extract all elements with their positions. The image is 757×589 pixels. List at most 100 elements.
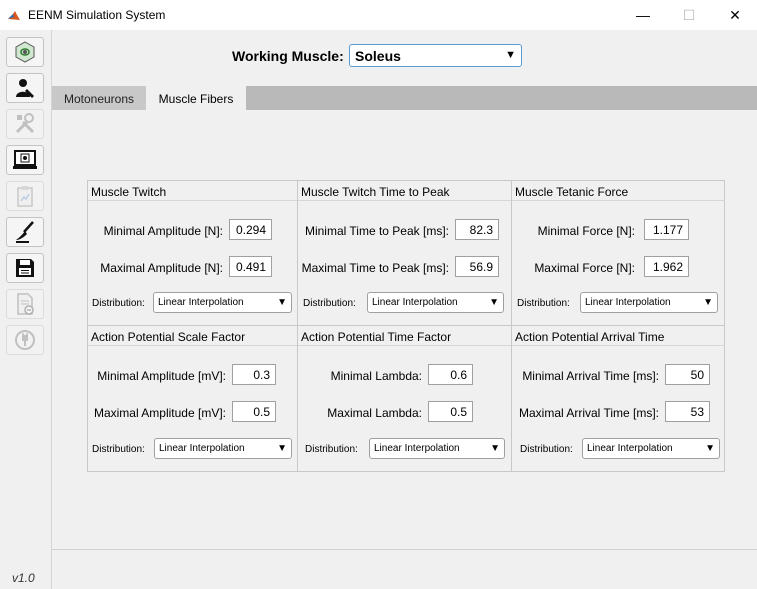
panel-divider [88, 200, 297, 201]
panel-ap-arrival-time: Action Potential Arrival Time Minimal Ar… [512, 326, 725, 472]
min-lambda-label: Minimal Lambda: [330, 369, 422, 383]
working-muscle-select[interactable]: Soleus ▼ [349, 44, 522, 67]
motor-unit-button[interactable] [6, 37, 44, 67]
working-muscle-value: Soleus [355, 48, 401, 64]
min-time-to-peak-label: Minimal Time to Peak [ms]: [304, 224, 449, 238]
panel-divider [512, 345, 725, 346]
save-icon [16, 259, 34, 277]
dropdown-arrow-icon: ▼ [705, 443, 715, 454]
dropdown-arrow-icon: ▼ [277, 443, 287, 454]
window-title: EENM Simulation System [28, 8, 166, 22]
maximize-button[interactable]: ☐ [666, 0, 712, 30]
power-plug-icon [15, 330, 35, 350]
distribution-label: Distribution: [92, 444, 145, 455]
distribution-value: Linear Interpolation [158, 297, 244, 308]
panel-ap-time-factor: Action Potential Time Factor Minimal Lam… [298, 326, 512, 472]
status-area [52, 549, 757, 589]
min-force-label: Minimal Force [N]: [537, 224, 635, 238]
distribution-value: Linear Interpolation [159, 443, 245, 454]
max-amplitude-label: Maximal Amplitude [N]: [100, 261, 223, 275]
monitor-button[interactable] [6, 145, 44, 175]
distribution-value: Linear Interpolation [374, 443, 460, 454]
distribution-select[interactable]: Linear Interpolation ▼ [582, 438, 720, 459]
distribution-value: Linear Interpolation [587, 443, 673, 454]
min-ap-amplitude-label: Minimal Amplitude [mV]: [97, 369, 226, 383]
panel-ap-scale-factor: Action Potential Scale Factor Minimal Am… [88, 326, 298, 472]
tools-button[interactable] [6, 109, 44, 139]
panel-divider [512, 200, 725, 201]
min-amplitude-field[interactable]: 0.294 [229, 219, 272, 240]
min-force-field[interactable]: 1.177 [644, 219, 689, 240]
left-toolbar: v1.0 [0, 30, 52, 589]
parameters-grid: Muscle Twitch Minimal Amplitude [N]: 0.2… [87, 180, 725, 472]
max-arrival-time-field[interactable]: 53 [665, 401, 710, 422]
tab-bar: Motoneurons Muscle Fibers [52, 86, 757, 110]
clipboard-chart-icon [17, 186, 33, 207]
panel-divider [298, 200, 511, 201]
version-label: v1.0 [12, 571, 35, 585]
distribution-label: Distribution: [303, 298, 356, 309]
dropdown-arrow-icon: ▼ [489, 297, 499, 308]
tab-motoneurons[interactable]: Motoneurons [52, 86, 146, 110]
max-lambda-label: Maximal Lambda: [327, 406, 422, 420]
clear-button[interactable] [6, 217, 44, 247]
panel-twitch-time-to-peak: Muscle Twitch Time to Peak Minimal Time … [298, 181, 512, 326]
minimize-button[interactable]: — [620, 0, 666, 30]
panel-title: Action Potential Scale Factor [91, 330, 246, 344]
distribution-label: Distribution: [517, 298, 570, 309]
broom-icon [16, 221, 34, 243]
working-muscle-label: Working Muscle: [232, 48, 344, 64]
document-link-button[interactable] [6, 289, 44, 319]
panel-title: Action Potential Arrival Time [515, 330, 665, 344]
dropdown-arrow-icon: ▼ [277, 297, 287, 308]
max-force-label: Maximal Force [N]: [534, 261, 635, 275]
distribution-select[interactable]: Linear Interpolation ▼ [367, 292, 504, 313]
dropdown-arrow-icon: ▼ [505, 49, 516, 61]
document-link-icon [17, 293, 34, 315]
clipboard-chart-button[interactable] [6, 181, 44, 211]
min-arrival-time-field[interactable]: 50 [665, 364, 710, 385]
distribution-label: Distribution: [305, 444, 358, 455]
min-arrival-time-label: Minimal Arrival Time [ms]: [522, 369, 659, 383]
max-amplitude-field[interactable]: 0.491 [229, 256, 272, 277]
distribution-select[interactable]: Linear Interpolation ▼ [154, 438, 292, 459]
min-time-to-peak-field[interactable]: 82.3 [455, 219, 499, 240]
max-ap-amplitude-label: Maximal Amplitude [mV]: [93, 406, 226, 420]
panel-divider [88, 345, 297, 346]
max-ap-amplitude-field[interactable]: 0.5 [232, 401, 276, 422]
min-amplitude-label: Minimal Amplitude [N]: [103, 224, 223, 238]
distribution-label: Distribution: [92, 298, 145, 309]
motor-unit-icon [15, 41, 35, 63]
main-content: Working Muscle: Soleus ▼ Motoneurons Mus… [52, 30, 757, 549]
dropdown-arrow-icon: ▼ [490, 443, 500, 454]
user-button[interactable] [6, 73, 44, 103]
distribution-select[interactable]: Linear Interpolation ▼ [580, 292, 718, 313]
panel-divider [298, 345, 511, 346]
panel-muscle-twitch: Muscle Twitch Minimal Amplitude [N]: 0.2… [88, 181, 298, 326]
max-time-to-peak-field[interactable]: 56.9 [455, 256, 499, 277]
max-arrival-time-label: Maximal Arrival Time [ms]: [518, 406, 659, 420]
tab-muscle-fibers[interactable]: Muscle Fibers [146, 86, 246, 110]
max-time-to-peak-label: Maximal Time to Peak [ms]: [301, 261, 449, 275]
panel-title: Action Potential Time Factor [301, 330, 452, 344]
tools-icon [15, 113, 35, 134]
close-button[interactable]: ✕ [712, 0, 757, 30]
panel-title: Muscle Twitch Time to Peak [301, 185, 450, 199]
title-bar: EENM Simulation System — ☐ ✕ [0, 0, 757, 30]
panel-tetanic-force: Muscle Tetanic Force Minimal Force [N]: … [512, 181, 725, 326]
distribution-select[interactable]: Linear Interpolation ▼ [153, 292, 292, 313]
distribution-value: Linear Interpolation [372, 297, 458, 308]
monitor-icon [13, 150, 37, 169]
distribution-value: Linear Interpolation [585, 297, 671, 308]
max-force-field[interactable]: 1.962 [644, 256, 689, 277]
max-lambda-field[interactable]: 0.5 [428, 401, 473, 422]
save-button[interactable] [6, 253, 44, 283]
power-button[interactable] [6, 325, 44, 355]
distribution-select[interactable]: Linear Interpolation ▼ [369, 438, 505, 459]
distribution-label: Distribution: [520, 444, 573, 455]
panel-title: Muscle Twitch [91, 185, 167, 199]
panel-title: Muscle Tetanic Force [515, 185, 629, 199]
min-ap-amplitude-field[interactable]: 0.3 [232, 364, 276, 385]
matlab-app-icon [7, 8, 21, 22]
min-lambda-field[interactable]: 0.6 [428, 364, 473, 385]
